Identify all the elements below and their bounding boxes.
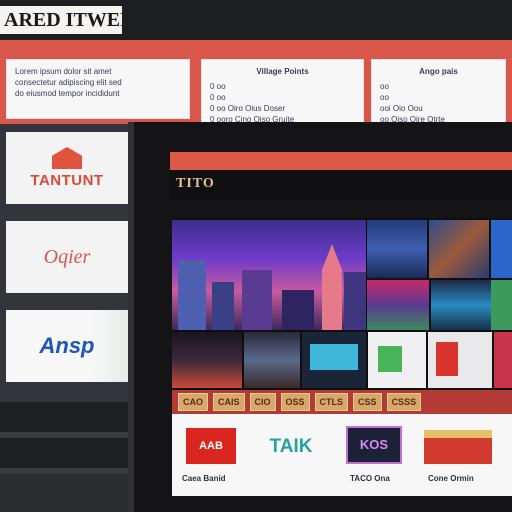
monitor-header bbox=[170, 152, 512, 170]
house-icon bbox=[52, 147, 82, 169]
media-thumbnail[interactable] bbox=[491, 280, 512, 330]
featured-label: TACO Ona bbox=[350, 474, 390, 483]
category-button[interactable]: CSSS bbox=[386, 393, 422, 411]
chart-graphic bbox=[378, 346, 402, 372]
sponsor-tile-1[interactable]: TANTUNT bbox=[6, 132, 128, 204]
featured-app-1[interactable]: AAB bbox=[186, 428, 236, 464]
media-thumbnail[interactable] bbox=[302, 332, 366, 388]
card-line: 0 oo Oiro Oius Doser bbox=[210, 104, 286, 113]
media-thumbnail[interactable] bbox=[244, 332, 300, 388]
building-shape bbox=[178, 260, 206, 330]
featured-label: Cone Ormin bbox=[428, 474, 474, 483]
media-thumbnail[interactable] bbox=[491, 220, 512, 278]
media-thumbnail[interactable] bbox=[494, 332, 512, 388]
featured-label: Caea Banid bbox=[182, 474, 226, 483]
featured-thumbnail[interactable] bbox=[172, 220, 366, 330]
category-bar: CAO CAIS CIO OSS CTLS CSS CSSS bbox=[172, 390, 512, 414]
card-line: 0 oo bbox=[210, 82, 226, 91]
card-line: oo bbox=[380, 82, 389, 91]
featured-app-2[interactable]: TAIK bbox=[262, 432, 320, 462]
monitor-title: TITO bbox=[176, 176, 215, 191]
card-line: ooi Oio Oou bbox=[380, 104, 423, 113]
category-button[interactable]: CTLS bbox=[314, 393, 349, 411]
sponsor-name: TANTUNT bbox=[30, 172, 104, 189]
category-button[interactable]: CAO bbox=[178, 393, 208, 411]
card-line: oo bbox=[380, 93, 389, 102]
card-line: Lorem ipsum dolor sit amet bbox=[15, 67, 112, 76]
media-thumbnail[interactable] bbox=[368, 332, 426, 388]
category-button[interactable]: CAIS bbox=[213, 393, 245, 411]
card-line: 0 oo bbox=[210, 93, 226, 102]
featured-app-4[interactable] bbox=[424, 430, 492, 464]
monitor-titlebar bbox=[170, 170, 512, 200]
app-title: ARED ITWER bbox=[0, 6, 122, 34]
building-shape bbox=[344, 272, 366, 330]
media-thumbnail[interactable] bbox=[367, 220, 427, 278]
building-shape bbox=[212, 282, 234, 330]
sponsor-name: Oqier bbox=[43, 245, 91, 268]
sponsor-tile-3[interactable]: Ansp bbox=[6, 310, 128, 382]
card-title: Ango pais bbox=[419, 67, 458, 76]
category-button[interactable]: OSS bbox=[280, 393, 310, 411]
category-button[interactable]: CIO bbox=[249, 393, 276, 411]
featured-app-3[interactable]: KOS bbox=[346, 426, 402, 464]
monitor-chin bbox=[170, 496, 512, 512]
media-thumbnail[interactable] bbox=[429, 220, 489, 278]
sponsor-tile-2[interactable]: Oqier bbox=[6, 221, 128, 293]
building-shape bbox=[242, 270, 272, 330]
media-thumbnail[interactable] bbox=[428, 332, 492, 388]
card-line: do eiusmod tempor incididunt bbox=[15, 89, 120, 98]
sponsor-logo: TANTUNT bbox=[30, 147, 103, 189]
screen-graphic bbox=[310, 344, 358, 370]
block-graphic bbox=[436, 342, 458, 376]
tower-shape bbox=[322, 244, 342, 330]
info-card-1[interactable]: Lorem ipsum dolor sit amet consectetur a… bbox=[6, 59, 190, 119]
category-button[interactable]: CSS bbox=[353, 393, 382, 411]
media-thumbnail[interactable] bbox=[367, 280, 429, 330]
card-title: Village Points bbox=[256, 67, 309, 76]
media-thumbnail[interactable] bbox=[431, 280, 491, 330]
card-line: consectetur adipiscing elit sed bbox=[15, 78, 122, 87]
sponsor-name: Ansp bbox=[39, 333, 95, 358]
building-shape bbox=[282, 290, 314, 330]
media-thumbnail[interactable] bbox=[172, 332, 242, 388]
